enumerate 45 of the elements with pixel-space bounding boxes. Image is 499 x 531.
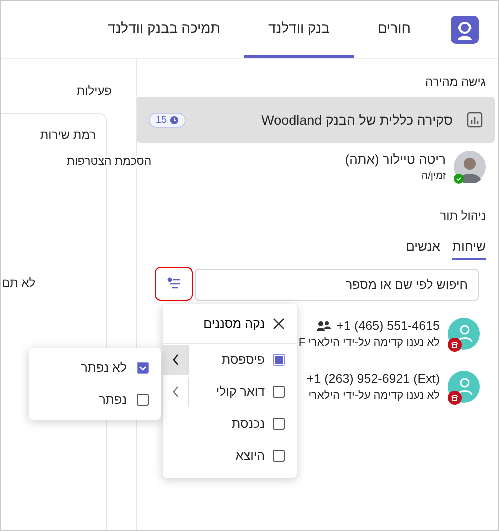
section-title: גישה מהירה (424, 75, 486, 89)
chart-icon (467, 112, 483, 128)
opt-in-link[interactable]: הסכמת הצטרפות (67, 156, 152, 168)
chevron-left-icon (172, 386, 180, 398)
phone-number: +1 (263) 952-6921 (Ext) (306, 372, 440, 386)
missed-call-icon (448, 338, 462, 352)
app-tab[interactable]: תמיכה בבנק וודלנד (84, 1, 244, 58)
filter-option[interactable]: נפתר (29, 393, 127, 407)
checkbox[interactable] (273, 354, 285, 366)
close-icon (273, 318, 285, 330)
queue-tab[interactable]: אנשים (406, 239, 440, 260)
phone-number: +1 (465) 551-4615 (336, 319, 440, 333)
filter-option[interactable]: פיספסת (197, 353, 265, 367)
status-label: לא תם (2, 276, 36, 290)
filter-button[interactable] (155, 267, 193, 301)
filter-option[interactable]: דואר קולי (197, 385, 265, 399)
panel-title: פעילות (76, 84, 112, 98)
chevron-left-icon (172, 354, 180, 366)
people-icon (316, 320, 331, 332)
filter-option[interactable]: נכנסת (163, 417, 265, 431)
time-badge: 15 (149, 112, 186, 128)
missed-call-icon (448, 391, 462, 405)
filter-option[interactable]: לא נפתר (29, 361, 127, 375)
search-field[interactable]: חיפוש לפי שם או מספר (195, 269, 479, 301)
queue-tab[interactable]: שיחות (452, 239, 486, 260)
submenu-chevron-button[interactable] (163, 345, 189, 375)
app-tab[interactable]: בנק וודלנד (244, 1, 354, 58)
checkbox[interactable] (273, 418, 285, 430)
user-name: ריטה טיילור (אתה) (344, 152, 446, 167)
checkbox[interactable] (273, 386, 285, 398)
checkbox[interactable] (137, 362, 149, 374)
section-title: ניהול תור (439, 209, 486, 223)
app-logo-icon (451, 16, 479, 44)
call-note: לא נענו קדימה על-ידי הילארי (308, 390, 440, 402)
filter-option[interactable]: היוצא (163, 449, 265, 463)
clear-filters-button[interactable]: נקה מסננים (163, 304, 297, 344)
available-status-icon (454, 174, 464, 184)
checkbox[interactable] (273, 450, 285, 462)
card-title: רמת שירות (40, 128, 96, 142)
call-note: לא נענו קדימה על-ידי הילארי F (298, 337, 440, 349)
checkbox[interactable] (137, 394, 149, 406)
app-tab[interactable]: חורים (354, 1, 435, 58)
user-avatar (454, 151, 486, 183)
quick-access-label: סקירה כללית של הבנק Woodland (260, 112, 453, 128)
user-status: זמין/ה (420, 171, 446, 182)
